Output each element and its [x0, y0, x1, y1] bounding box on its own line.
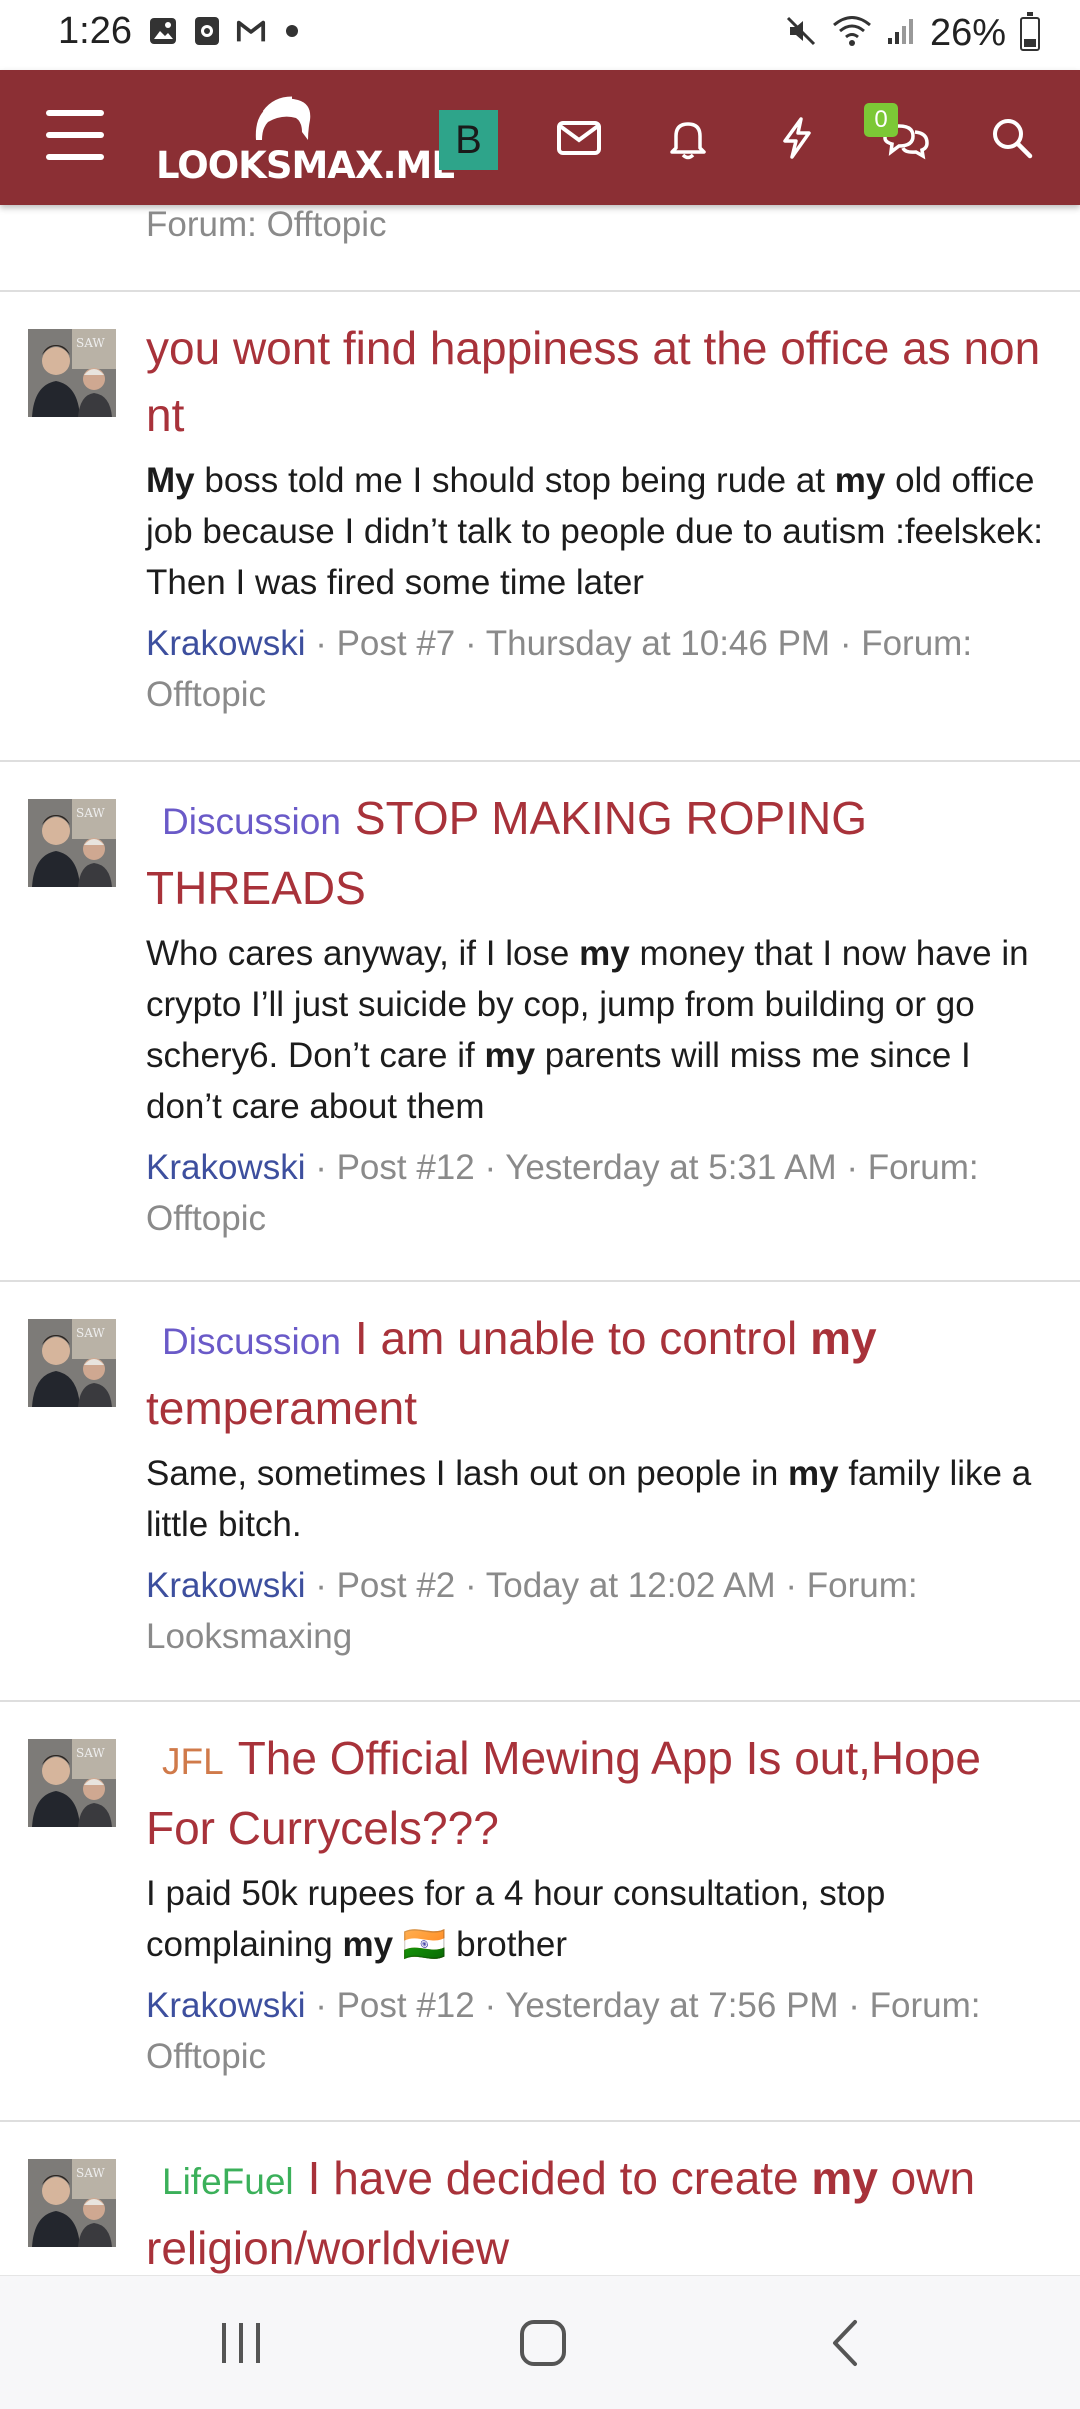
result-snippet: I paid 50k rupees for a 4 hour consultat… — [146, 1874, 886, 1964]
divider — [0, 1700, 1080, 1702]
result-meta: Krakowski · Post #12 · Yesterday at 7:56… — [146, 1980, 1056, 2082]
system-nav-bar — [0, 2275, 1080, 2409]
result-snippet: My boss told me I should stop being rude… — [146, 461, 1043, 602]
site-logo[interactable]: LOOKSMAX.ME — [156, 92, 457, 187]
result-author[interactable]: Krakowski — [146, 1148, 305, 1187]
divider — [0, 760, 1080, 762]
inbox-icon[interactable] — [547, 108, 611, 168]
logo-text: LOOKSMAX.ME — [156, 144, 457, 187]
system-icons: 26% — [784, 11, 1040, 55]
gmail-icon — [236, 16, 266, 46]
battery-percent: 26% — [929, 12, 1006, 54]
svg-text:SAW: SAW — [76, 336, 105, 350]
avatar[interactable]: SAW — [28, 2159, 116, 2247]
avatar[interactable]: SAW — [28, 1739, 116, 1827]
divider — [0, 1280, 1080, 1282]
back-icon[interactable] — [810, 2316, 880, 2370]
result-title[interactable]: Discussion STOP MAKING ROPING THREADS — [146, 785, 1056, 922]
status-time: 1:26 — [58, 10, 132, 52]
notification-icons — [148, 16, 298, 46]
gallery-icon — [148, 16, 178, 46]
result-title-text[interactable]: The Official Mewing App Is out,Hope For … — [146, 1732, 981, 1854]
result-meta: Krakowski · Post #12 · Yesterday at 5:31… — [146, 1142, 1056, 1244]
avatar[interactable]: SAW — [28, 1319, 116, 1407]
svg-text:SAW: SAW — [76, 1326, 105, 1340]
bell-icon[interactable] — [656, 108, 720, 168]
mute-icon — [784, 14, 818, 53]
recent-apps-icon[interactable] — [206, 2316, 276, 2370]
menu-icon[interactable] — [46, 110, 104, 162]
divider — [0, 290, 1080, 292]
thread-prefix[interactable]: Discussion — [162, 1321, 341, 1362]
divider — [0, 2120, 1080, 2122]
result-author[interactable]: Krakowski — [146, 1986, 305, 2025]
avatar[interactable]: SAW — [28, 329, 116, 417]
home-icon[interactable] — [508, 2316, 578, 2370]
svg-text:SAW: SAW — [76, 1746, 105, 1760]
screen-record-icon — [192, 16, 222, 46]
result-snippet: Same, sometimes I lash out on people in … — [146, 1454, 1032, 1544]
svg-text:SAW: SAW — [76, 2166, 105, 2180]
result-snippet: Who cares anyway, if I lose my money tha… — [146, 934, 1029, 1126]
result-title[interactable]: Discussion I am unable to control my temp… — [146, 1305, 1056, 1442]
result-author[interactable]: Krakowski — [146, 624, 305, 663]
result-title[interactable]: JFL The Official Mewing App Is out,Hope F… — [146, 1725, 1056, 1862]
thread-prefix[interactable]: LifeFuel — [162, 2161, 294, 2202]
result-meta: Krakowski · Post #2 · Today at 12:02 AM … — [146, 1560, 1056, 1662]
wifi-icon — [832, 14, 872, 53]
search-icon[interactable] — [980, 108, 1044, 168]
status-bar: 1:26 26% — [0, 0, 1080, 70]
lightning-icon[interactable] — [765, 108, 829, 168]
signal-icon — [886, 16, 916, 51]
result-meta: Krakowski · Post #7 · Thursday at 10:46 … — [146, 618, 1056, 720]
conversations-badge: 0 — [864, 103, 898, 137]
result-title[interactable]: you wont find happiness at the office as… — [146, 315, 1056, 449]
thread-prefix[interactable]: JFL — [162, 1741, 224, 1782]
avatar[interactable]: SAW — [28, 799, 116, 887]
thread-prefix[interactable]: Discussion — [162, 801, 341, 842]
search-results: Forum: Offtopic SAW you wont find happin… — [0, 205, 1080, 2275]
result-author[interactable]: Krakowski — [146, 1566, 305, 1605]
result-title[interactable]: LifeFuel I have decided to create my own … — [146, 2145, 1056, 2275]
user-avatar[interactable]: B — [439, 110, 498, 170]
svg-text:SAW: SAW — [76, 806, 105, 820]
site-header: LOOKSMAX.ME B 0 — [0, 70, 1080, 205]
prev-result-forum[interactable]: Forum: Offtopic — [146, 205, 387, 245]
battery-icon — [1020, 11, 1040, 51]
hair-logo-icon — [255, 96, 311, 140]
dot-icon — [286, 25, 298, 37]
